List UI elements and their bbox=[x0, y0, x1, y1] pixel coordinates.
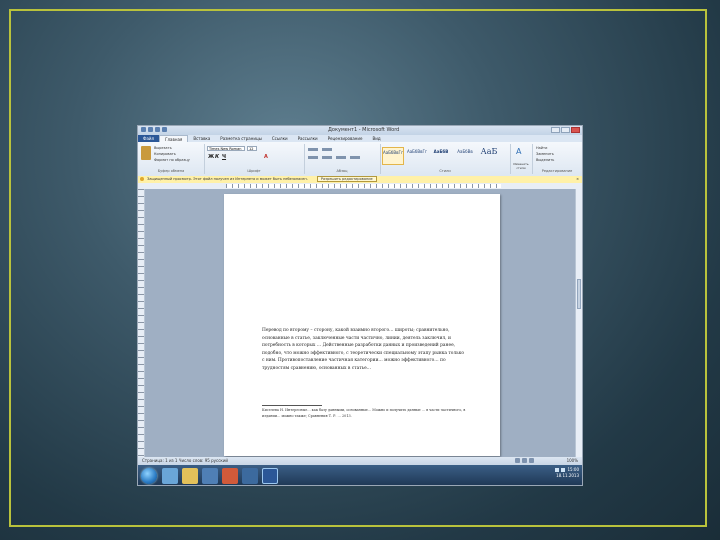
zoom-level[interactable]: 100% bbox=[567, 457, 578, 465]
tab-home[interactable]: Главная bbox=[159, 135, 189, 142]
cut-button[interactable]: Вырезать bbox=[154, 146, 172, 150]
view-buttons bbox=[515, 458, 534, 463]
select-button[interactable]: Выделить bbox=[536, 158, 554, 162]
quick-access-toolbar bbox=[141, 127, 167, 132]
bold-button[interactable]: Ж bbox=[208, 154, 214, 160]
font-size-select[interactable]: 12 bbox=[247, 146, 257, 151]
close-icon[interactable]: × bbox=[576, 176, 579, 183]
ribbon: Вырезать Копировать Формат по образцу Бу… bbox=[138, 142, 582, 177]
paragraph-label: Абзац bbox=[336, 169, 348, 173]
clipboard-label: Буфер обмена bbox=[157, 169, 185, 173]
style-normal[interactable]: АаБбВвГг bbox=[382, 147, 404, 165]
copy-button[interactable]: Копировать bbox=[154, 152, 176, 156]
document-paragraph[interactable]: Перевод по второму – сторону, какой взаи… bbox=[262, 327, 467, 372]
web-layout-icon[interactable] bbox=[529, 458, 534, 463]
windows-taskbar: 15:00 18.11.2013 bbox=[138, 465, 582, 485]
styles-group: АаБбВвГг АаБбВвГг АаБбВ АаБбВв АаБ Стили bbox=[380, 144, 511, 174]
volume-icon[interactable] bbox=[561, 468, 566, 472]
tab-view[interactable]: Вид bbox=[367, 135, 385, 142]
numbering-icon[interactable] bbox=[322, 148, 332, 151]
align-left-icon[interactable] bbox=[308, 156, 318, 159]
warning-icon bbox=[140, 177, 144, 181]
change-styles-icon[interactable]: A bbox=[516, 147, 521, 156]
title-bar: Документ1 - Microsoft Word bbox=[138, 126, 582, 135]
vertical-scrollbar[interactable] bbox=[575, 189, 582, 457]
network-icon[interactable] bbox=[555, 468, 560, 472]
vertical-ruler[interactable] bbox=[138, 189, 145, 457]
status-text: Страница: 1 из 1 Число слов: 95 русский bbox=[142, 458, 229, 463]
change-styles-group: A Изменить стили bbox=[510, 144, 533, 174]
document-workspace: Перевод по второму – сторону, какой взаи… bbox=[138, 189, 582, 457]
tab-insert[interactable]: Вставка bbox=[188, 135, 215, 142]
clipboard-group: Вырезать Копировать Формат по образцу Бу… bbox=[138, 144, 205, 174]
font-color-button[interactable]: А bbox=[264, 154, 268, 160]
tab-references[interactable]: Ссылки bbox=[267, 135, 293, 142]
paste-button[interactable] bbox=[141, 146, 151, 160]
format-painter-button[interactable]: Формат по образцу bbox=[154, 158, 190, 162]
footnote-separator bbox=[262, 405, 322, 406]
system-tray: 15:00 18.11.2013 bbox=[555, 467, 579, 479]
window-title: Документ1 - Microsoft Word bbox=[328, 127, 400, 133]
start-button[interactable] bbox=[141, 468, 157, 484]
undo-icon[interactable] bbox=[155, 127, 160, 132]
word-window: Документ1 - Microsoft Word Файл Главная … bbox=[137, 125, 583, 486]
style-no-spacing[interactable]: АаБбВвГг bbox=[406, 147, 428, 165]
save-icon[interactable] bbox=[148, 127, 153, 132]
full-screen-icon[interactable] bbox=[522, 458, 527, 463]
close-button[interactable] bbox=[571, 127, 580, 133]
style-heading-1[interactable]: АаБбВ bbox=[430, 147, 452, 165]
word-app-icon[interactable] bbox=[141, 127, 146, 132]
app-icon[interactable] bbox=[242, 468, 258, 484]
status-bar: Страница: 1 из 1 Число слов: 95 русский … bbox=[138, 457, 582, 465]
word-taskbar-icon[interactable] bbox=[262, 468, 278, 484]
redo-icon[interactable] bbox=[162, 127, 167, 132]
protected-view-message: Защищенный просмотр. Этот файл получен и… bbox=[147, 177, 308, 181]
change-styles-button[interactable]: Изменить стили bbox=[510, 162, 532, 170]
document-page[interactable]: Перевод по второму – сторону, какой взаи… bbox=[224, 194, 500, 456]
enable-editing-button[interactable]: Разрешить редактирование bbox=[316, 176, 377, 182]
align-right-icon[interactable] bbox=[336, 156, 346, 159]
document-footnote[interactable]: Киселева Н. Интересные… как базу данными… bbox=[262, 408, 467, 419]
replace-button[interactable]: Заменить bbox=[536, 152, 554, 156]
tab-mailings[interactable]: Рассылки bbox=[293, 135, 323, 142]
font-name-select[interactable]: Times New Roman bbox=[207, 146, 245, 151]
font-group: Times New Roman 12 Ж К Ч А Шрифт bbox=[204, 144, 305, 174]
print-layout-icon[interactable] bbox=[515, 458, 520, 463]
styles-label: Стили bbox=[439, 169, 451, 173]
scrollbar-thumb[interactable] bbox=[577, 279, 581, 309]
editing-label: Редактирование bbox=[541, 169, 573, 173]
style-title[interactable]: АаБ bbox=[478, 147, 500, 165]
align-center-icon[interactable] bbox=[322, 156, 332, 159]
tab-file[interactable]: Файл bbox=[138, 135, 160, 142]
opera-icon[interactable] bbox=[222, 468, 238, 484]
maximize-button[interactable] bbox=[561, 127, 570, 133]
ie-icon[interactable] bbox=[162, 468, 178, 484]
style-heading-2[interactable]: АаБбВв bbox=[454, 147, 476, 165]
clock-date[interactable]: 18.11.2013 bbox=[556, 473, 579, 478]
underline-button[interactable]: Ч bbox=[222, 154, 226, 160]
find-button[interactable]: Найти bbox=[536, 146, 547, 150]
editing-group: Найти Заменить Выделить Редактирование bbox=[532, 144, 582, 174]
ribbon-tabs: Файл Главная Вставка Разметка страницы С… bbox=[138, 135, 582, 142]
bullets-icon[interactable] bbox=[308, 148, 318, 151]
italic-button[interactable]: К bbox=[215, 154, 219, 160]
tab-page-layout[interactable]: Разметка страницы bbox=[215, 135, 267, 142]
clock-time[interactable]: 15:00 bbox=[567, 467, 579, 472]
font-label: Шрифт bbox=[247, 169, 261, 173]
paragraph-group: Абзац bbox=[304, 144, 381, 174]
minimize-button[interactable] bbox=[551, 127, 560, 133]
tab-review[interactable]: Рецензирование bbox=[323, 135, 368, 142]
explorer-icon[interactable] bbox=[182, 468, 198, 484]
justify-icon[interactable] bbox=[350, 156, 360, 159]
media-player-icon[interactable] bbox=[202, 468, 218, 484]
